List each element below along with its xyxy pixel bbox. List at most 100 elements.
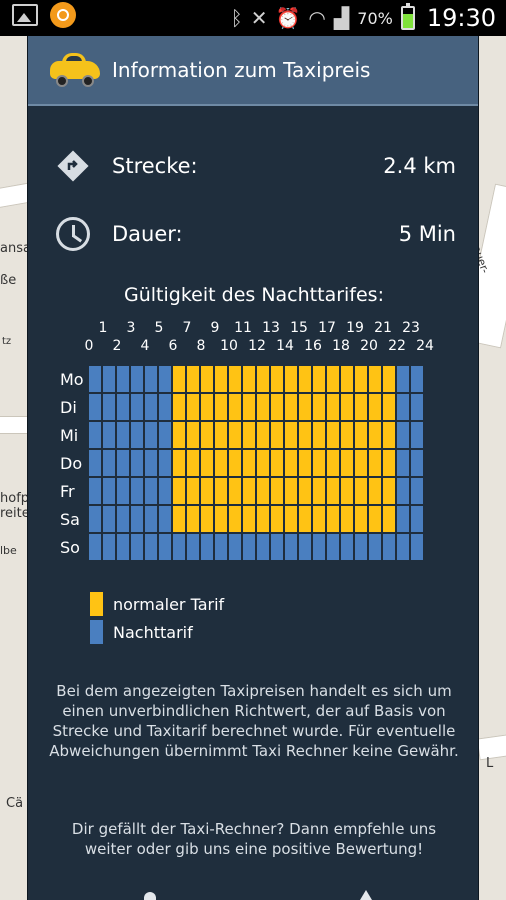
normal-tariff-cell [299, 394, 311, 420]
dialog-titlebar: Information zum Taxipreis [28, 36, 478, 106]
wifi-icon: ◠ [308, 6, 326, 30]
night-tariff-cell [257, 534, 269, 560]
normal-tariff-cell [257, 394, 269, 420]
night-tariff-cell [145, 534, 157, 560]
hour-label: 24 [416, 338, 434, 354]
night-tariff-cell [131, 394, 143, 420]
normal-tariff-cell [243, 506, 255, 532]
gallery-icon [12, 4, 38, 26]
map-label: reite [0, 506, 30, 521]
disclaimer-text: Bei dem angezeigten Taxipreisen handelt … [49, 682, 459, 760]
night-tariff-cell [145, 366, 157, 392]
legend-night: Nachttarif [90, 620, 193, 644]
map-label: Cä [6, 796, 24, 811]
normal-tariff-cell [327, 394, 339, 420]
day-label: Mi [60, 426, 79, 445]
normal-tariff-cell [187, 506, 199, 532]
map-label: lbe [0, 544, 17, 557]
night-tariff-cell [89, 422, 101, 448]
night-tariff-cell [117, 478, 129, 504]
night-tariff-cell [159, 478, 171, 504]
night-tariff-cell [145, 478, 157, 504]
night-tariff-cell [397, 366, 409, 392]
night-tariff-cell [411, 366, 423, 392]
normal-tariff-cell [299, 422, 311, 448]
normal-tariff-cell [369, 478, 381, 504]
night-tariff-cell [103, 366, 115, 392]
night-tariff-cell [117, 450, 129, 476]
normal-tariff-cell [257, 450, 269, 476]
legend-normal-label: normaler Tarif [113, 594, 225, 614]
night-tariff-cell [131, 534, 143, 560]
normal-tariff-cell [173, 506, 185, 532]
normal-tariff-cell [313, 394, 325, 420]
scroll-arrow-icon [360, 890, 372, 900]
normal-tariff-cell [299, 478, 311, 504]
normal-tariff-cell [271, 422, 283, 448]
dialog-title: Information zum Taxipreis [112, 58, 371, 82]
normal-tariff-cell [355, 366, 367, 392]
normal-tariff-cell [341, 366, 353, 392]
route-label: Strecke: [112, 154, 198, 178]
normal-tariff-cell [369, 422, 381, 448]
normal-tariff-cell [313, 450, 325, 476]
route-row: Strecke: 2.4 km [56, 146, 456, 186]
night-tariff-cell [159, 422, 171, 448]
normal-tariff-cell [327, 450, 339, 476]
night-tariff-cell [159, 394, 171, 420]
map-label: hofp [0, 491, 30, 506]
tariff-grid: 1 3 5 7 9 11 13 15 17 19 21 23 0 2 4 6 8 10 12 14 16 18 20 22 24… [28, 312, 480, 572]
normal-tariff-cell [341, 422, 353, 448]
normal-tariff-cell [257, 366, 269, 392]
normal-tariff-cell [299, 506, 311, 532]
normal-tariff-cell [327, 478, 339, 504]
clock-time: 19:30 [426, 4, 496, 32]
night-tariff-cell [145, 450, 157, 476]
hour-label: 14 [276, 338, 294, 354]
normal-tariff-cell [313, 422, 325, 448]
night-tariff-cell [131, 422, 143, 448]
night-tariff-cell [285, 534, 297, 560]
normal-tariff-cell [257, 422, 269, 448]
normal-tariff-cell [229, 422, 241, 448]
normal-tariff-cell [327, 422, 339, 448]
normal-tariff-cell [369, 366, 381, 392]
normal-tariff-cell [173, 450, 185, 476]
hour-label: 10 [220, 338, 238, 354]
night-tariff-cell [411, 450, 423, 476]
normal-tariff-cell [229, 478, 241, 504]
night-tariff-cell [159, 450, 171, 476]
scroll-dot-icon [144, 892, 156, 900]
night-tariff-cell [89, 366, 101, 392]
hour-label: 2 [112, 338, 122, 354]
hour-label: 16 [304, 338, 322, 354]
hour-label: 8 [196, 338, 206, 354]
normal-tariff-cell [369, 506, 381, 532]
hour-label: 3 [126, 320, 136, 336]
night-tariff-cell [173, 534, 185, 560]
night-tariff-cell [229, 534, 241, 560]
normal-tariff-cell [285, 450, 297, 476]
normal-tariff-cell [355, 478, 367, 504]
normal-tariff-cell [383, 450, 395, 476]
night-tariff-cell [159, 534, 171, 560]
night-tariff-cell [369, 534, 381, 560]
night-tariff-cell [103, 534, 115, 560]
normal-tariff-cell [341, 506, 353, 532]
hour-label: 6 [168, 338, 178, 354]
night-tariff-cell [397, 422, 409, 448]
day-label: Mo [60, 370, 84, 389]
night-tariff-cell [89, 534, 101, 560]
normal-tariff-cell [243, 366, 255, 392]
normal-tariff-cell [355, 394, 367, 420]
night-tariff-cell [103, 450, 115, 476]
night-tariff-cell [313, 534, 325, 560]
day-label: Sa [60, 510, 80, 529]
hour-label: 4 [140, 338, 150, 354]
night-tariff-cell [201, 534, 213, 560]
normal-tariff-cell [271, 366, 283, 392]
normal-tariff-cell [285, 366, 297, 392]
normal-tariff-cell [285, 506, 297, 532]
night-tariff-cell [187, 534, 199, 560]
night-tariff-cell [411, 478, 423, 504]
